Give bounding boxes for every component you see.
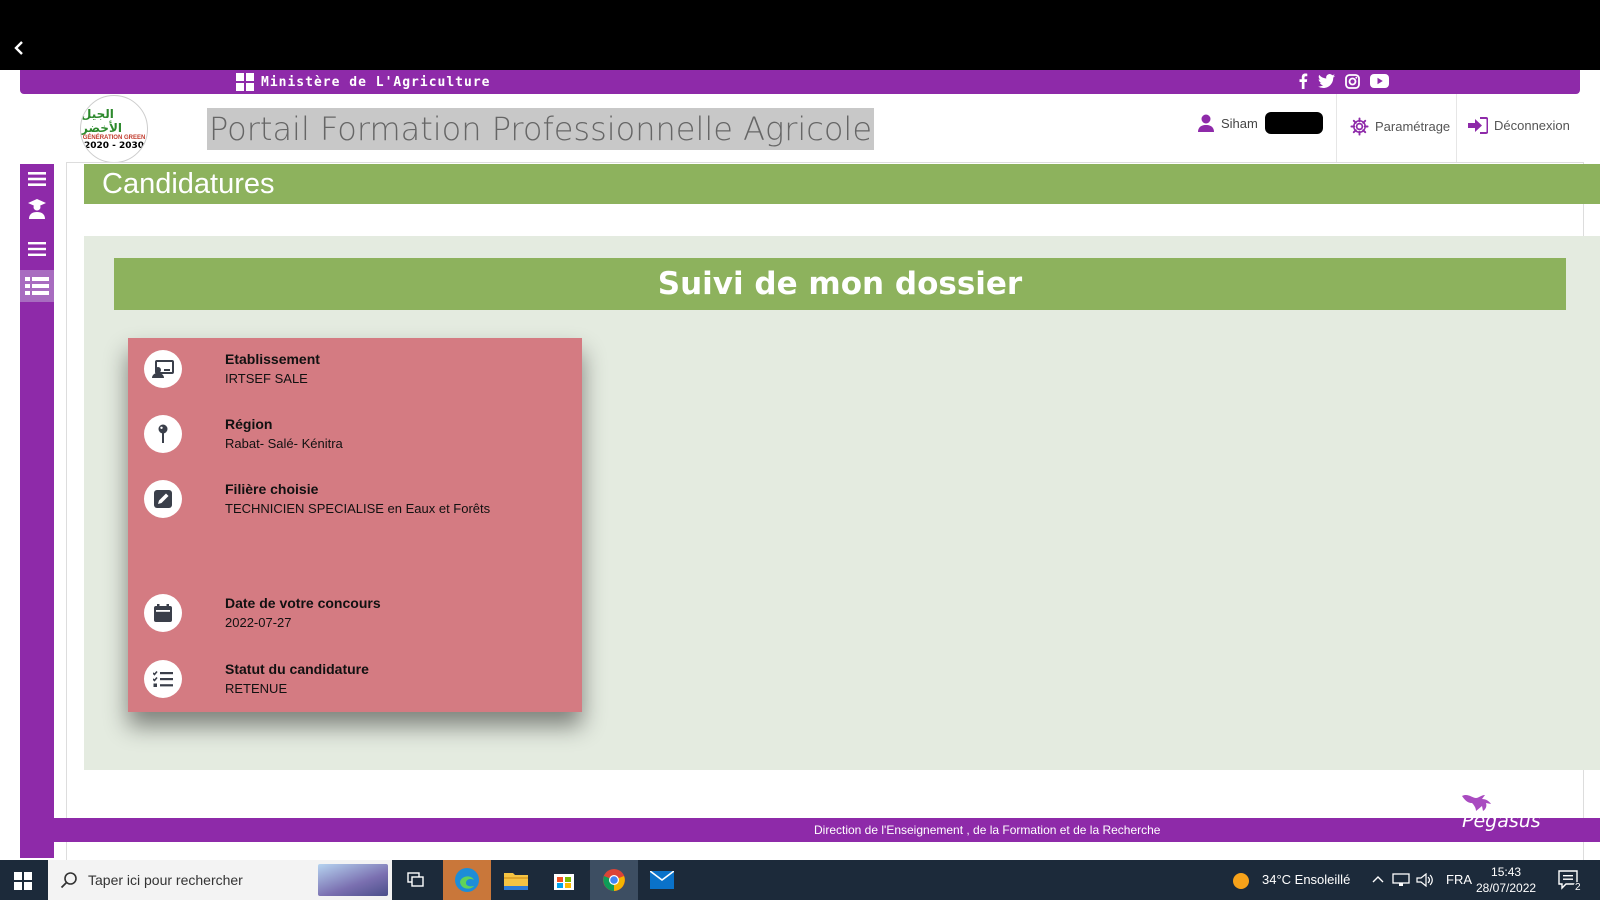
sidebar xyxy=(20,164,54,858)
list-icon xyxy=(25,277,49,295)
file-explorer-app[interactable] xyxy=(492,860,540,900)
language-indicator[interactable]: FRA xyxy=(1446,872,1472,887)
user-icon xyxy=(1198,114,1214,132)
header-divider xyxy=(1336,94,1337,164)
task-view-icon xyxy=(407,872,424,887)
chevron-up-icon[interactable] xyxy=(1372,874,1384,884)
clock-time: 15:43 xyxy=(1491,865,1522,879)
user-name: Siham xyxy=(1221,115,1258,131)
edge-icon xyxy=(455,868,479,892)
logout-label: Déconnexion xyxy=(1494,118,1570,133)
info-value: 2022-07-27 xyxy=(225,615,292,630)
youtube-icon[interactable] xyxy=(1370,74,1389,88)
sidebar-item-candidatures[interactable] xyxy=(20,270,54,302)
portal-title: Portail Formation Professionnelle Agrico… xyxy=(207,108,874,150)
location-pin-icon xyxy=(144,415,182,453)
hamburger-icon xyxy=(28,172,46,186)
page-title: Candidatures xyxy=(102,168,275,200)
weather-text[interactable]: 34°C Ensoleillé xyxy=(1262,872,1350,887)
info-item-status: Statut du candidature RETENUE xyxy=(128,648,582,704)
info-item-filiere: Filière choisie TECHNICIEN SPECIALISE en… xyxy=(128,468,582,524)
generation-green-logo[interactable]: الجيل الأخضر GÉNÉRATION GREEN 2020 - 203… xyxy=(80,95,148,163)
store-app[interactable] xyxy=(540,860,588,900)
redacted-surname xyxy=(1264,112,1323,134)
settings-label: Paramétrage xyxy=(1375,119,1451,134)
page: Ministère de L'Agriculture الجيل الأخضر … xyxy=(0,70,1600,860)
footer-text: Direction de l'Enseignement , de la Form… xyxy=(814,823,1161,837)
clock[interactable]: 15:43 28/07/2022 xyxy=(1476,864,1536,896)
site-header: الجيل الأخضر GÉNÉRATION GREEN 2020 - 203… xyxy=(0,94,1600,164)
ministry-bar: Ministère de L'Agriculture xyxy=(20,70,1580,94)
section-title: Suivi de mon dossier xyxy=(657,266,1023,302)
info-item-region: Région Rabat- Salé- Kénitra xyxy=(128,403,582,459)
info-value: Rabat- Salé- Kénitra xyxy=(225,436,343,451)
taskbar-search[interactable]: Taper ici pour rechercher xyxy=(48,860,392,900)
hamburger-icon xyxy=(28,242,46,256)
establishment-icon xyxy=(144,350,182,388)
info-value: IRTSEF SALE xyxy=(225,371,308,386)
sidebar-item-profile[interactable] xyxy=(20,194,54,224)
search-highlight-image xyxy=(318,864,388,896)
edge-app[interactable] xyxy=(443,860,491,900)
info-item-establishment: Etablissement IRTSEF SALE xyxy=(128,338,582,394)
header-divider xyxy=(1456,94,1457,164)
mail-icon xyxy=(650,871,674,889)
dossier-card: Etablissement IRTSEF SALE Région Rabat- … xyxy=(128,338,582,712)
info-label: Etablissement xyxy=(225,351,320,367)
info-label: Statut du candidature xyxy=(225,661,369,677)
store-icon xyxy=(554,874,574,890)
social-links xyxy=(1298,73,1389,89)
chrome-app[interactable] xyxy=(590,860,638,900)
chrome-icon xyxy=(603,869,625,891)
info-label: Filière choisie xyxy=(225,481,319,497)
gear-icon xyxy=(1350,117,1369,136)
edit-icon xyxy=(144,480,182,518)
task-view-button[interactable] xyxy=(392,860,440,900)
dossier-section: Suivi de mon dossier Etablissement IRTSE… xyxy=(84,236,1600,770)
instagram-icon[interactable] xyxy=(1345,73,1360,89)
checklist-icon xyxy=(144,660,182,698)
graduate-icon xyxy=(28,199,46,219)
clock-date: 28/07/2022 xyxy=(1476,881,1537,895)
logout-link[interactable]: Déconnexion xyxy=(1468,117,1570,134)
ministry-label: Ministère de L'Agriculture xyxy=(261,74,491,90)
info-label: Date de votre concours xyxy=(225,595,381,611)
logout-icon xyxy=(1468,117,1488,134)
folder-icon xyxy=(504,873,528,890)
info-label: Région xyxy=(225,416,273,432)
browser-top-bar xyxy=(0,0,1600,70)
mail-app[interactable] xyxy=(638,860,686,900)
logo-arabic-text: الجيل الأخضر xyxy=(81,107,122,135)
facebook-icon[interactable] xyxy=(1298,73,1308,89)
search-icon xyxy=(60,872,77,889)
sidebar-item-menu[interactable] xyxy=(20,234,54,264)
user-menu[interactable]: Siham xyxy=(1198,112,1323,134)
page-title-bar: Candidatures xyxy=(84,164,1600,204)
notification-count: 2 xyxy=(1573,882,1583,893)
site-footer: Direction de l'Enseignement , de la Form… xyxy=(54,818,1600,842)
volume-icon[interactable] xyxy=(1416,873,1434,887)
windows-start-icon[interactable] xyxy=(14,872,32,890)
pegasus-brand: Pegasus xyxy=(1462,810,1541,832)
ministry-brand[interactable]: Ministère de L'Agriculture xyxy=(236,73,491,91)
calendar-icon xyxy=(144,594,182,632)
grid-icon xyxy=(236,73,254,91)
taskbar: Taper ici pour rechercher 34°C Ensoleill… xyxy=(0,860,1600,900)
network-icon[interactable] xyxy=(1392,873,1410,887)
settings-link[interactable]: Paramétrage xyxy=(1350,117,1450,136)
sun-icon xyxy=(1233,873,1249,889)
search-placeholder: Taper ici pour rechercher xyxy=(88,872,243,888)
back-arrow-icon[interactable] xyxy=(12,40,26,56)
info-item-concours-date: Date de votre concours 2022-07-27 xyxy=(128,582,582,638)
sidebar-menu-toggle[interactable] xyxy=(20,164,54,194)
info-value: TECHNICIEN SPECIALISE en Eaux et Forêts xyxy=(225,501,491,516)
section-title-bar: Suivi de mon dossier xyxy=(114,258,1566,310)
logo-years-text: 2020 - 2030 xyxy=(83,141,145,151)
twitter-icon[interactable] xyxy=(1318,74,1335,88)
info-value: RETENUE xyxy=(225,681,288,696)
